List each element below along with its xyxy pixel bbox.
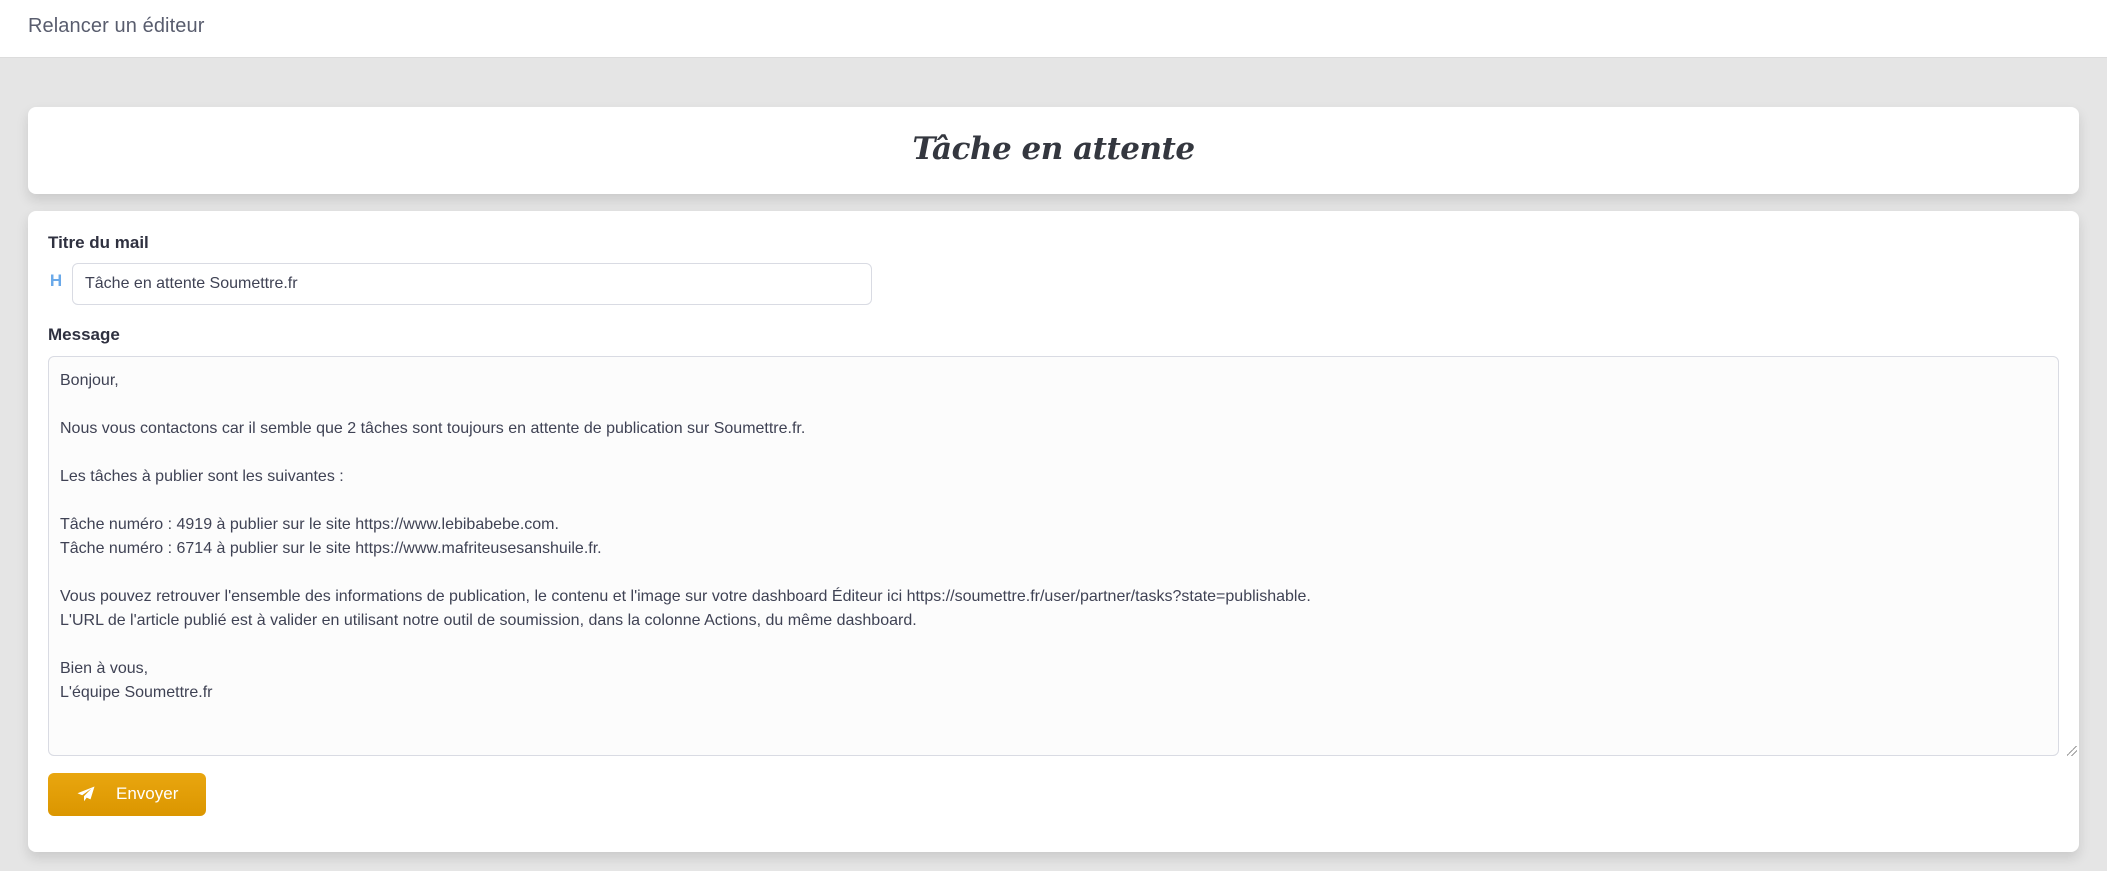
paper-plane-icon bbox=[77, 786, 95, 802]
message-label: Message bbox=[48, 325, 120, 344]
send-button-label: Envoyer bbox=[116, 784, 179, 803]
top-bar: Relancer un éditeur bbox=[0, 0, 2107, 58]
textarea-resize-handle[interactable] bbox=[2067, 746, 2077, 756]
mail-title-label: Titre du mail bbox=[48, 233, 149, 252]
mail-form-card: Titre du mail H Message Bonjour, Nous vo… bbox=[28, 211, 2079, 852]
message-textarea[interactable]: Bonjour, Nous vous contactons car il sem… bbox=[48, 356, 2059, 756]
page-title: Relancer un éditeur bbox=[28, 15, 205, 37]
card-heading: Tâche en attente bbox=[912, 131, 1195, 167]
title-card: Tâche en attente bbox=[28, 107, 2079, 194]
mail-title-input[interactable] bbox=[72, 263, 872, 305]
send-button[interactable]: Envoyer bbox=[48, 773, 206, 816]
heading-icon: H bbox=[49, 271, 63, 290]
